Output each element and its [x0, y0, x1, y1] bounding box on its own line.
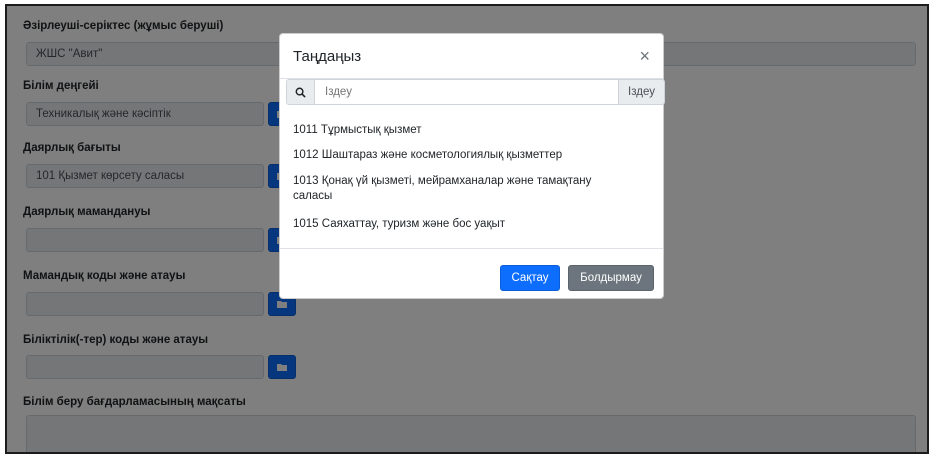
cancel-button[interactable]: Болдырмау: [568, 265, 654, 291]
modal-header: Таңдаңыз ×: [280, 34, 663, 79]
modal-title: Таңдаңыз: [293, 47, 362, 65]
search-icon: [287, 80, 315, 104]
select-modal: Таңдаңыз × Іздеу 1011 Тұрмыстық қызмет 1…: [279, 33, 665, 300]
save-button[interactable]: Сақтау: [500, 265, 560, 291]
list-item[interactable]: 1011 Тұрмыстық қызмет: [293, 123, 633, 138]
list-item[interactable]: 1012 Шаштараз және косметологиялық қызме…: [293, 148, 633, 163]
list-item[interactable]: 1013 Қонақ үй қызметі, мейрамханалар жән…: [293, 174, 623, 204]
modal-footer: Сақтау Болдырмау: [280, 248, 663, 300]
page-frame: Әзірлеуші-серіктес (жұмыс беруші) ЖШС "А…: [5, 4, 929, 454]
list-item[interactable]: 1015 Саяхаттау, туризм және бос уақыт: [293, 217, 633, 232]
search-button[interactable]: Іздеу: [618, 80, 664, 104]
search-group: Іздеу: [286, 79, 665, 105]
search-input[interactable]: [315, 80, 618, 104]
close-icon[interactable]: ×: [639, 47, 650, 65]
